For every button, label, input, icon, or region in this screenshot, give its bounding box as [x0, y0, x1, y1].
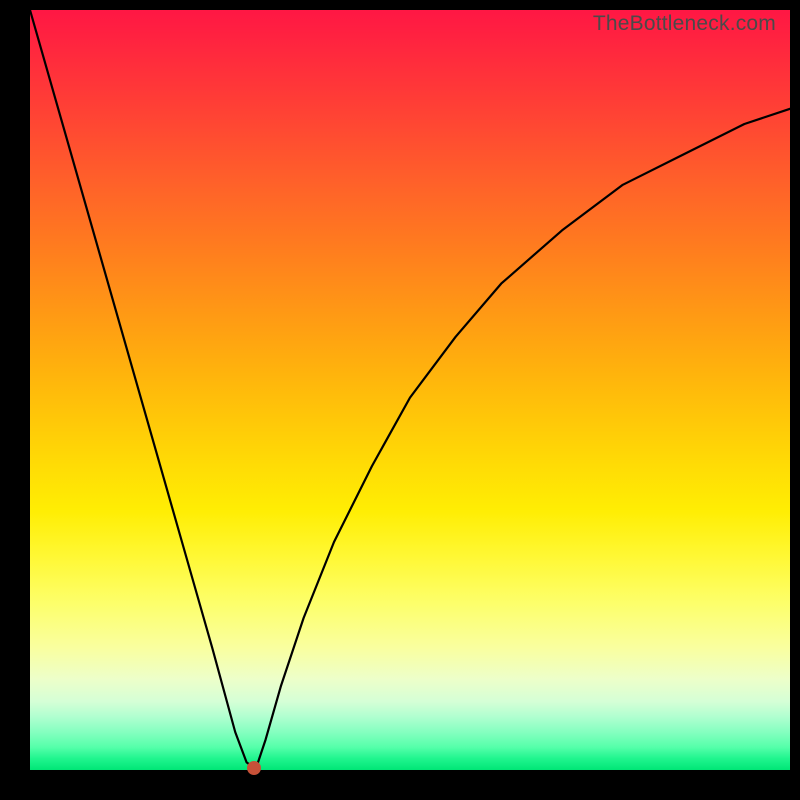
chart-frame: TheBottleneck.com: [0, 0, 800, 800]
plot-area: TheBottleneck.com: [30, 10, 790, 770]
bottleneck-curve: [30, 10, 790, 770]
minimum-marker: [247, 761, 261, 775]
